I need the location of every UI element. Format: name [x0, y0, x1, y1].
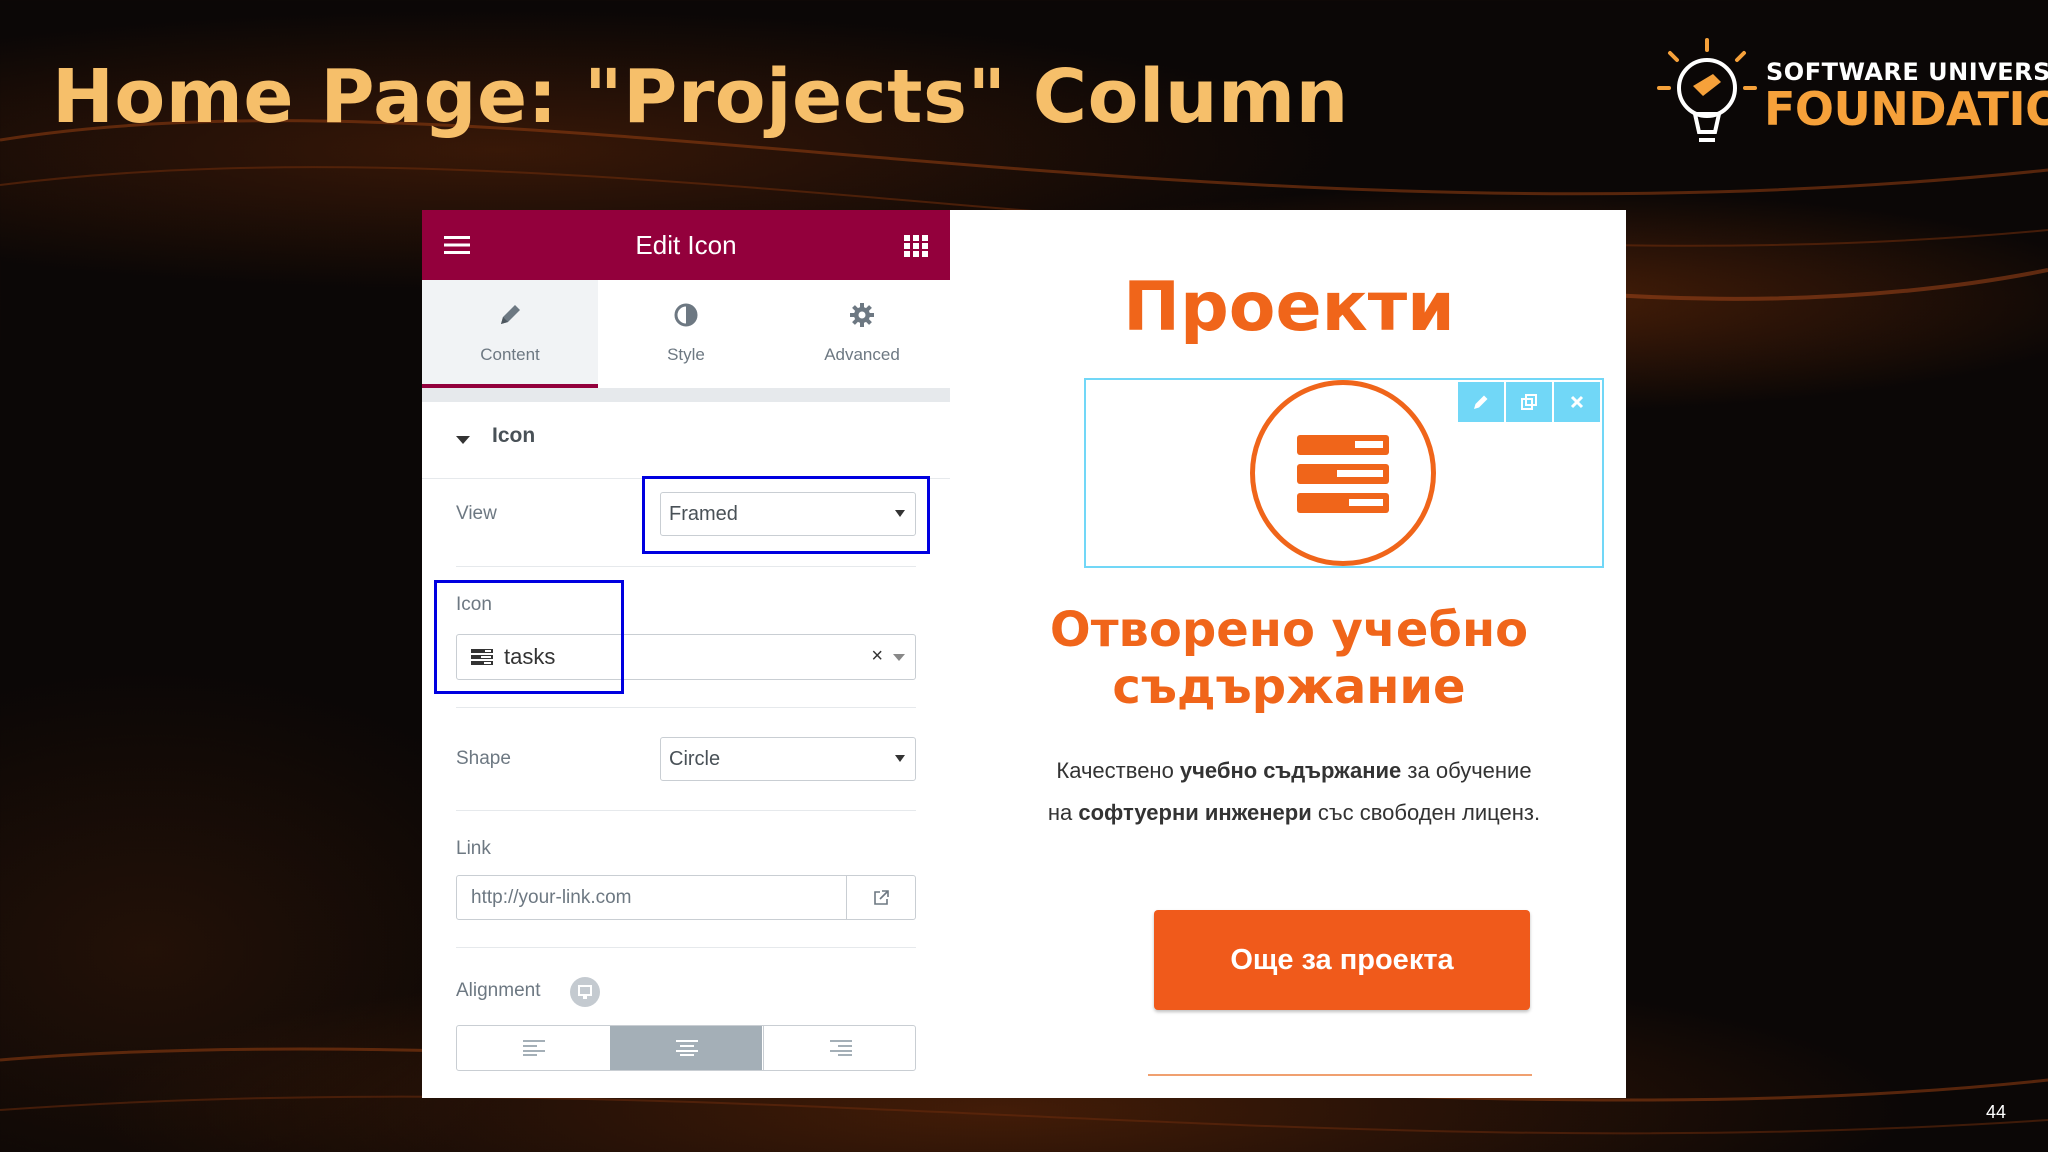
- desc-text-1: Качествено: [1056, 758, 1180, 783]
- lightbulb-logo-icon: [1657, 38, 1757, 142]
- align-left-icon: [523, 1040, 545, 1056]
- tab-content[interactable]: Content: [422, 280, 598, 388]
- icon-highlight-box: [434, 580, 624, 694]
- link-field[interactable]: http://your-link.com: [456, 875, 916, 920]
- preview-divider: [1148, 1074, 1532, 1076]
- alignment-label: Alignment: [456, 980, 541, 1001]
- field-divider: [456, 707, 916, 708]
- align-left-button[interactable]: [457, 1026, 609, 1070]
- tab-style-label: Style: [667, 345, 705, 364]
- pencil-icon: [501, 305, 520, 324]
- tab-divider: [422, 388, 950, 402]
- section-title: Icon: [492, 424, 536, 447]
- softuni-foundation-logo: SOFTWARE UNIVERSITY FOUNDATION: [1655, 36, 2048, 156]
- gear-icon: [850, 303, 874, 327]
- more-about-project-button[interactable]: Още за проекта: [1154, 910, 1530, 1010]
- align-center-button[interactable]: [610, 1026, 762, 1070]
- responsive-desktop-icon[interactable]: [570, 977, 600, 1007]
- page-preview: Проекти Отворено учебно съдържание Качес…: [952, 210, 1626, 1098]
- desc-bold-1: учебно съдържание: [1179, 758, 1402, 783]
- panel-header: Edit Icon: [422, 210, 950, 280]
- duplicate-icon: [1521, 394, 1537, 410]
- more-about-project-label: Още за проекта: [1230, 944, 1454, 976]
- panel-title: Edit Icon: [635, 230, 737, 260]
- desc-text-3: със свободен лиценз.: [1311, 800, 1541, 825]
- view-highlight-box: [642, 476, 930, 554]
- field-divider: [456, 566, 916, 567]
- desc-bold-2: софтуерни инженери: [1078, 800, 1312, 825]
- duplicate-widget-button[interactable]: [1506, 382, 1552, 422]
- external-link-icon: [874, 890, 889, 905]
- caret-down-icon: [456, 436, 470, 444]
- preview-subheading-line1: Отворено учебно: [1049, 602, 1529, 658]
- align-right-button[interactable]: [763, 1026, 915, 1070]
- tab-advanced-label: Advanced: [824, 345, 900, 364]
- tab-advanced[interactable]: Advanced: [774, 280, 950, 388]
- section-icon-header[interactable]: Icon: [422, 402, 950, 478]
- alignment-control: [456, 1025, 916, 1071]
- preview-subheading-line2: съдържание: [1112, 659, 1466, 715]
- grid-icon[interactable]: [904, 235, 928, 257]
- shape-value: Circle: [669, 748, 721, 770]
- tab-content-label: Content: [480, 345, 540, 364]
- delete-widget-button[interactable]: [1554, 382, 1600, 422]
- tasks-icon: [1297, 435, 1389, 513]
- align-center-icon: [676, 1040, 698, 1056]
- editor-panel: Edit Icon Content Style Advanced Icon Vi…: [422, 210, 952, 1098]
- preview-heading: Проекти: [1123, 268, 1455, 347]
- slide-title: Home Page: "Projects" Column: [52, 54, 1349, 140]
- framed-icon-circle: [1250, 380, 1436, 566]
- link-input[interactable]: http://your-link.com: [471, 876, 632, 919]
- page-number: 44: [1985, 1102, 2006, 1122]
- link-label: Link: [456, 838, 491, 859]
- shape-label: Shape: [456, 748, 511, 769]
- field-divider: [456, 810, 916, 811]
- logo-text-line2: FOUNDATION: [1764, 82, 2048, 136]
- icon-widget[interactable]: [1084, 378, 1604, 568]
- panel-tabs: Content Style Advanced: [422, 280, 950, 388]
- view-label: View: [456, 503, 497, 524]
- link-options-button[interactable]: [846, 876, 915, 919]
- close-icon: [1570, 395, 1584, 409]
- pencil-icon: [1474, 395, 1488, 409]
- chevron-down-icon: [895, 755, 905, 762]
- shape-select[interactable]: Circle: [660, 737, 916, 781]
- preview-subheading: Отворено учебно съдържание: [952, 602, 1626, 716]
- align-right-icon: [830, 1040, 852, 1056]
- edit-widget-button[interactable]: [1458, 382, 1504, 422]
- chevron-down-icon[interactable]: [893, 654, 905, 661]
- half-circle-icon: [674, 303, 698, 327]
- close-icon[interactable]: ×: [871, 645, 883, 668]
- tab-style[interactable]: Style: [598, 280, 774, 388]
- field-divider: [456, 947, 916, 948]
- preview-description: Качествено учебно съдържание за обучение…: [1044, 750, 1544, 834]
- widget-toolbar: [1458, 382, 1600, 422]
